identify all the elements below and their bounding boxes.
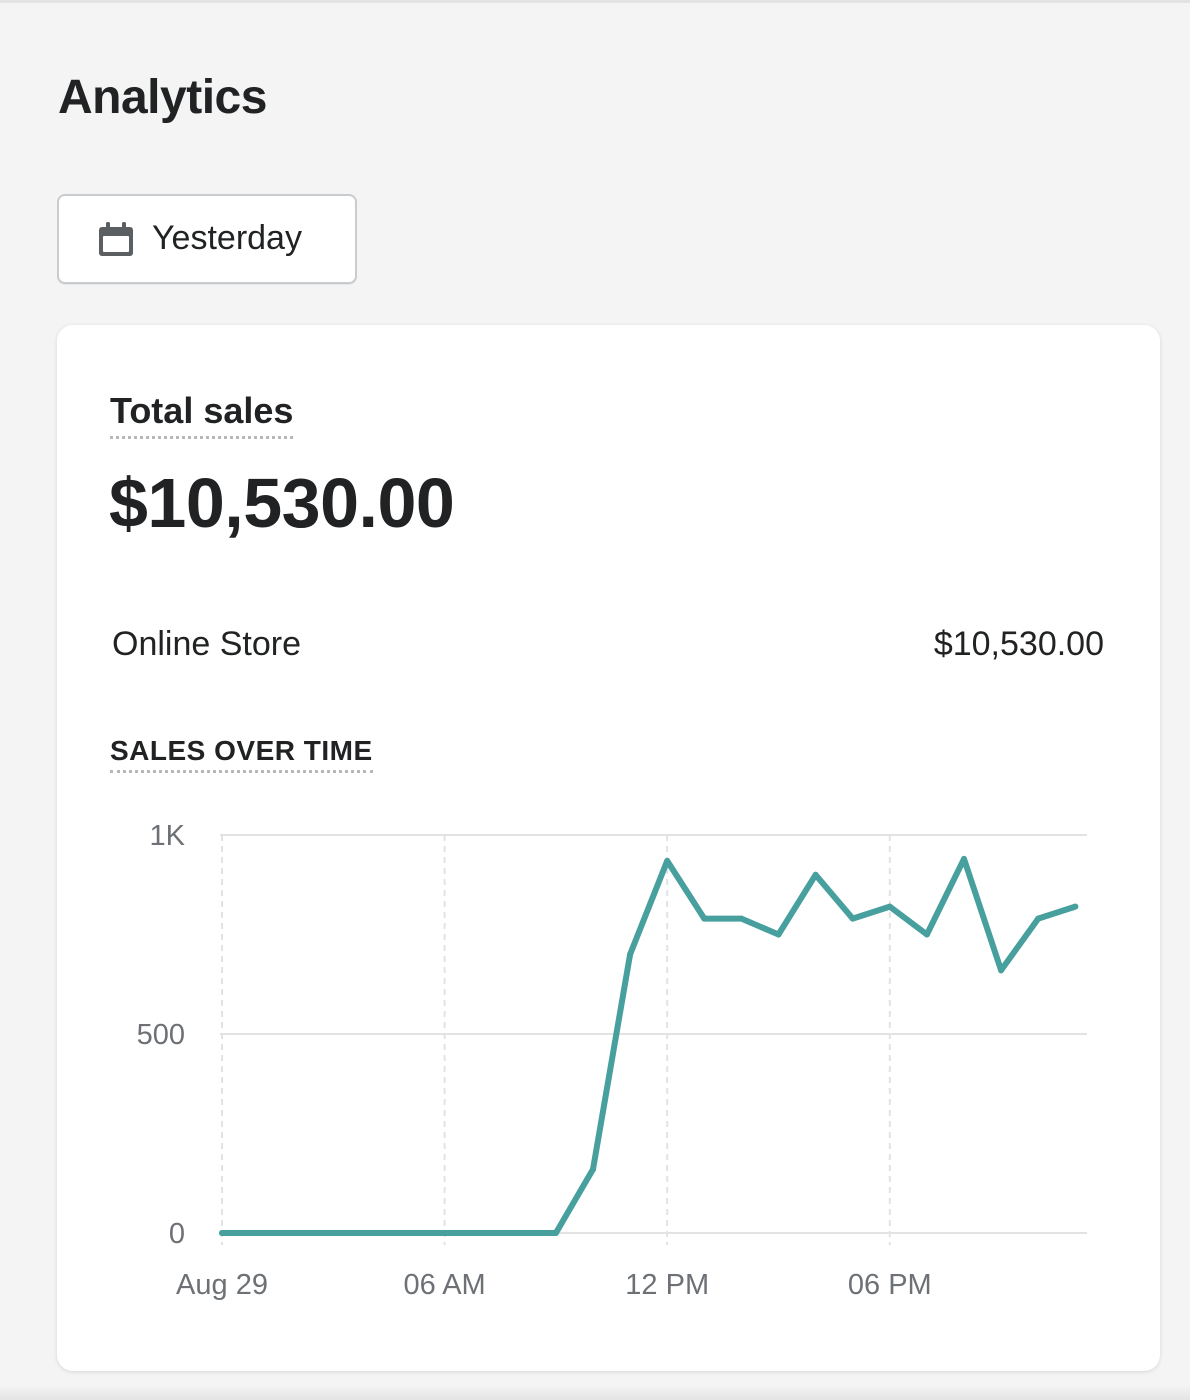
- data-point[interactable]: [1072, 903, 1079, 910]
- y-tick-label: 0: [169, 1218, 185, 1250]
- data-point[interactable]: [515, 1230, 522, 1236]
- data-point[interactable]: [219, 1230, 225, 1236]
- data-point[interactable]: [590, 1166, 596, 1173]
- x-tick-label: Aug 29: [176, 1269, 268, 1301]
- total-sales-card: Total sales $10,530.00 Online Store $10,…: [57, 325, 1160, 1371]
- page-title: Analytics: [58, 71, 267, 124]
- data-point[interactable]: [701, 915, 708, 922]
- x-tick-label: 12 PM: [625, 1269, 709, 1301]
- data-point[interactable]: [256, 1230, 263, 1236]
- data-point[interactable]: [961, 855, 967, 862]
- data-point[interactable]: [998, 967, 1005, 974]
- date-range-button[interactable]: Yesterday: [57, 194, 357, 284]
- top-divider: [0, 0, 1190, 3]
- chart-vertical-gridlines: [221, 835, 891, 1245]
- sales-line: [219, 855, 1079, 1236]
- chart-x-axis: Aug 29 06 AM 12 PM 06 PM: [176, 1269, 932, 1301]
- chart-y-axis: 0 500 1K: [137, 820, 186, 1250]
- y-tick-label: 1K: [150, 820, 186, 852]
- calendar-icon: [99, 222, 133, 256]
- data-point[interactable]: [886, 903, 893, 910]
- y-tick-label: 500: [137, 1019, 185, 1051]
- date-range-label: Yesterday: [152, 219, 302, 257]
- data-point[interactable]: [441, 1230, 448, 1236]
- x-tick-label: 06 PM: [848, 1269, 932, 1301]
- data-point[interactable]: [738, 915, 745, 922]
- sales-over-time-chart: 0 500 1K Aug 29 06 AM 12 PM 06 PM: [137, 820, 1087, 1301]
- data-point[interactable]: [478, 1230, 485, 1236]
- data-point[interactable]: [664, 857, 671, 864]
- data-point[interactable]: [404, 1230, 411, 1236]
- bottom-edge: [0, 1385, 1190, 1400]
- data-point[interactable]: [849, 915, 856, 922]
- data-point[interactable]: [812, 871, 819, 878]
- data-point[interactable]: [627, 951, 634, 958]
- data-point[interactable]: [367, 1230, 374, 1236]
- chart-series: [219, 855, 1079, 1236]
- data-point[interactable]: [293, 1230, 300, 1236]
- data-point[interactable]: [1035, 915, 1042, 922]
- data-point[interactable]: [923, 931, 930, 938]
- data-point[interactable]: [330, 1230, 337, 1236]
- data-point[interactable]: [775, 931, 782, 938]
- data-point[interactable]: [552, 1230, 559, 1236]
- x-tick-label: 06 AM: [403, 1269, 485, 1301]
